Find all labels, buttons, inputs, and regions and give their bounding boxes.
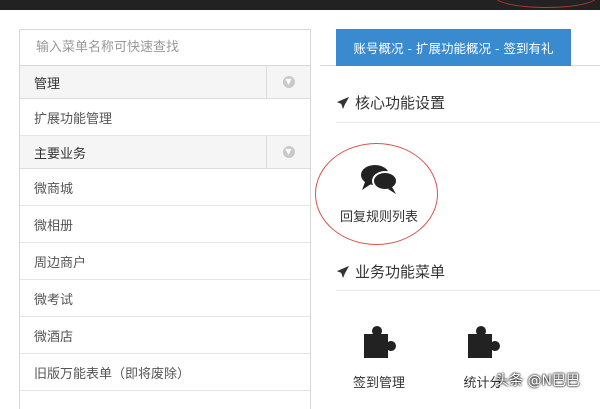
chevron-down-icon: ▼ xyxy=(282,146,295,158)
group-toggle-button[interactable]: ▼ xyxy=(266,136,310,168)
menu-search-input[interactable] xyxy=(34,39,310,56)
sidebar: 管理 ▼ 扩展功能管理 主要业务 ▼ 微商城 微相册 周边商户 微考试 微酒店 … xyxy=(19,29,311,409)
sidebar-item-nearby-merchants[interactable]: 周边商户 xyxy=(20,243,310,280)
menu-search-box[interactable] xyxy=(20,29,310,66)
breadcrumb[interactable]: 账号概况 - 扩展功能概况 - 签到有礼 xyxy=(336,29,571,66)
section-divider xyxy=(336,290,600,291)
sidebar-group-label: 主要业务 xyxy=(34,146,87,162)
sidebar-group-main-business[interactable]: 主要业务 ▼ xyxy=(20,136,310,169)
sidebar-item-label: 微考试 xyxy=(34,292,74,308)
sidebar-item-label: 微商城 xyxy=(34,181,74,197)
sidebar-item-label: 微相册 xyxy=(34,218,74,234)
section-business-menu: 业务功能菜单 xyxy=(336,261,445,282)
sidebar-item-label: 扩展功能管理 xyxy=(34,111,113,127)
section-title: 核心功能设置 xyxy=(355,94,446,112)
tile-checkin-manage[interactable]: 签到管理 xyxy=(334,324,424,391)
group-toggle-button[interactable]: ▼ xyxy=(266,66,310,98)
sidebar-item-extension-manage[interactable]: 扩展功能管理 xyxy=(20,99,310,136)
tile-label: 签到管理 xyxy=(352,376,405,391)
sidebar-item-legacy-form[interactable]: 旧版万能表单（即将废除） xyxy=(20,354,310,391)
chevron-down-icon: ▼ xyxy=(282,76,295,88)
plane-icon xyxy=(336,265,350,278)
watermark: 头条 @N巴巴 xyxy=(495,373,580,389)
breadcrumb-bar: 账号概况 - 扩展功能概况 - 签到有礼 xyxy=(320,29,600,66)
annotation-circle xyxy=(315,143,438,245)
puzzle-icon xyxy=(364,326,396,358)
sidebar-item-micro-album[interactable]: 微相册 xyxy=(20,206,310,243)
puzzle-icon xyxy=(468,326,500,358)
sidebar-item-micro-exam[interactable]: 微考试 xyxy=(20,280,310,317)
sidebar-group-label: 管理 xyxy=(34,76,61,92)
section-title: 业务功能菜单 xyxy=(355,263,446,281)
section-divider xyxy=(336,122,600,123)
plane-icon xyxy=(336,96,350,109)
sidebar-item-label: 旧版万能表单（即将废除） xyxy=(34,366,191,382)
sidebar-item-label: 微酒店 xyxy=(34,329,74,345)
sidebar-item-label: 周边商户 xyxy=(34,255,87,271)
breadcrumb-text: 账号概况 - 扩展功能概况 - 签到有礼 xyxy=(353,41,554,56)
sidebar-group-manage[interactable]: 管理 ▼ xyxy=(20,66,310,99)
sidebar-item-micro-mall[interactable]: 微商城 xyxy=(20,169,310,206)
section-core-settings: 核心功能设置 xyxy=(336,92,445,113)
sidebar-item-micro-hotel[interactable]: 微酒店 xyxy=(20,317,310,354)
